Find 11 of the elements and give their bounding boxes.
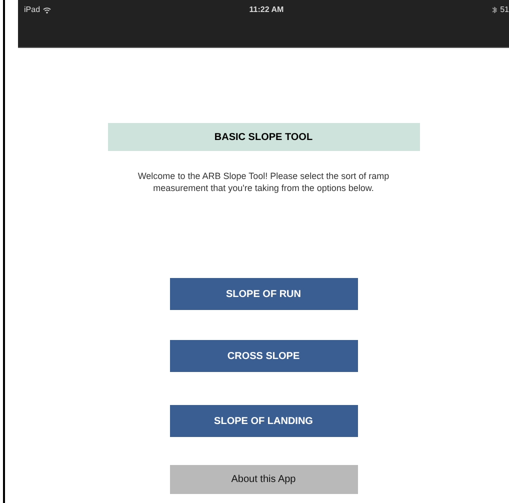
title-bar: BASIC SLOPE TOOL [108,123,420,151]
bluetooth-icon [492,6,498,14]
device-name: iPad [24,4,40,16]
menu-button[interactable]: CROSS SLOPE [170,340,358,372]
clock: 11:22 AM [249,4,284,16]
menu-button[interactable]: About this App [170,465,358,494]
intro-text: Welcome to the ARB Slope Tool! Please select the sort of ramp measurement that you're taking from the options below. [136,170,390,194]
menu-button[interactable]: SLOPE OF RUN [170,278,358,310]
wifi-icon [43,6,52,14]
battery-percent: 51 [500,4,509,16]
menu-button[interactable]: SLOPE OF LANDING [170,405,358,437]
